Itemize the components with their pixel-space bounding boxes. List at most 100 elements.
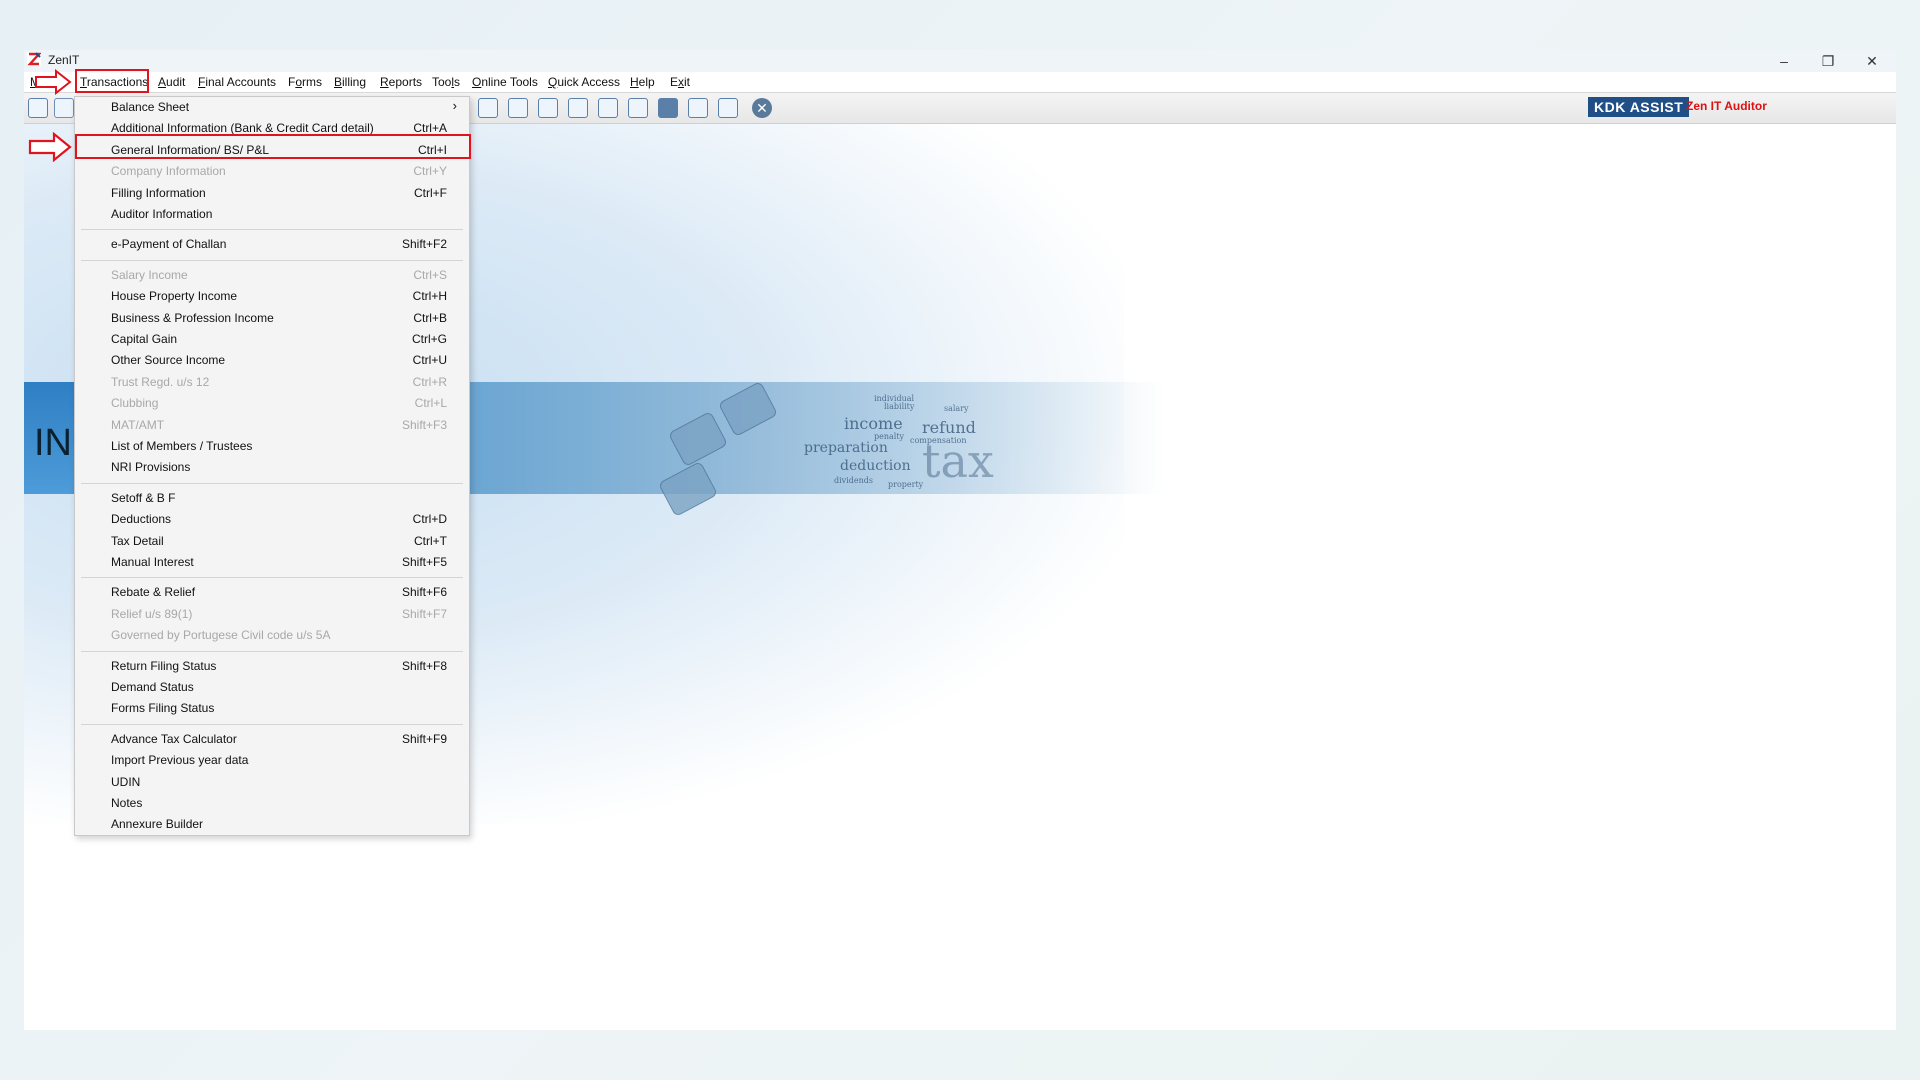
menu-item-notes[interactable]: Notes	[75, 793, 469, 814]
menu-item-governed-by-portugese-civil-code-u-s-5a: Governed by Portugese Civil code u/s 5A	[75, 625, 469, 646]
minimize-button[interactable]: –	[1764, 50, 1804, 72]
menu-item-return-filing-status[interactable]: Return Filing Status Shift+F8	[75, 656, 469, 677]
menu-item-shortcut: Shift+F3	[401, 417, 447, 432]
menu-item-shortcut: Shift+F9	[401, 731, 447, 746]
wordcloud-word: property	[888, 480, 924, 489]
menu-separator	[81, 723, 463, 725]
menu-item-house-property-income[interactable]: House Property Income Ctrl+H	[75, 286, 469, 307]
zen-it-auditor-link[interactable]: Zen IT Auditor	[1686, 99, 1767, 113]
menu-item-label: Salary Income	[111, 267, 188, 282]
menu-item-shortcut: Ctrl+B	[413, 310, 447, 325]
menu-separator	[81, 650, 463, 652]
menu-item-label: Annexure Builder	[111, 817, 204, 832]
menu-item-annexure-builder[interactable]: Annexure Builder	[75, 814, 469, 835]
menu-separator	[81, 259, 463, 261]
users-icon[interactable]	[658, 98, 678, 118]
menu-item-tax-detail[interactable]: Tax Detail Ctrl+T	[75, 531, 469, 552]
menu-item-label: Balance Sheet	[111, 100, 190, 114]
restore-button[interactable]: ❐	[1808, 50, 1848, 72]
menu-item-balance-sheet[interactable]: Balance Sheet ›	[75, 97, 469, 118]
annotation-arrow-icon	[35, 69, 72, 95]
kdk-assist-button[interactable]: KDK ASSIST	[1588, 97, 1690, 117]
menu-item-label: Rebate & Relief	[111, 585, 196, 600]
wordcloud-word: salary	[944, 404, 969, 413]
menu-audit[interactable]: Audit	[158, 75, 185, 89]
menu-item-shortcut: Ctrl+T	[414, 533, 447, 548]
menu-item-label: NRI Provisions	[111, 460, 191, 475]
menu-item-list-of-members-trustees[interactable]: List of Members / Trustees	[75, 436, 469, 457]
menu-item-label: Forms Filing Status	[111, 701, 215, 716]
menu-separator	[81, 577, 463, 579]
menu-item-advance-tax-calculator[interactable]: Advance Tax Calculator Shift+F9	[75, 729, 469, 750]
menu-item-shortcut: Shift+F6	[401, 585, 447, 600]
annotation-arrow-icon	[28, 132, 72, 162]
menu-item-relief-u-s-89-1: Relief u/s 89(1) Shift+F7	[75, 604, 469, 625]
close-window-button[interactable]: ✕	[1852, 50, 1892, 72]
menu-item-capital-gain[interactable]: Capital Gain Ctrl+G	[75, 329, 469, 350]
close-circle-icon[interactable]: ✕	[752, 98, 772, 118]
menu-item-nri-provisions[interactable]: NRI Provisions	[75, 457, 469, 478]
menu-item-manual-interest[interactable]: Manual Interest Shift+F5	[75, 552, 469, 573]
menu-exit[interactable]: Exit	[670, 75, 690, 89]
menu-item-shortcut: Shift+F7	[401, 606, 447, 621]
menu-item-shortcut: Ctrl+D	[412, 512, 447, 527]
wordcloud-word: deduction	[840, 458, 911, 474]
menu-item-demand-status[interactable]: Demand Status	[75, 677, 469, 698]
menu-help[interactable]: Help	[630, 75, 655, 89]
menu-item-udin[interactable]: UDIN	[75, 772, 469, 793]
menu-item-label: Clubbing	[111, 396, 159, 411]
menu-item-shortcut: Ctrl+L	[414, 396, 447, 411]
menu-forms[interactable]: Forms	[288, 75, 322, 89]
menu-item-label: Relief u/s 89(1)	[111, 606, 193, 621]
open-file-icon[interactable]	[28, 98, 48, 118]
menu-item-forms-filing-status[interactable]: Forms Filing Status	[75, 698, 469, 719]
menu-reports[interactable]: Reports	[380, 75, 422, 89]
wordcloud-word: preparation	[804, 440, 888, 456]
menu-item-e-payment-of-challan[interactable]: e-Payment of Challan Shift+F2	[75, 234, 469, 255]
calendar-icon[interactable]	[538, 98, 558, 118]
report-icon[interactable]	[718, 98, 738, 118]
menu-item-setoff-b-f[interactable]: Setoff & B F	[75, 488, 469, 509]
menu-final-accounts[interactable]: Final Accounts	[198, 75, 276, 89]
menu-item-label: Setoff & B F	[111, 490, 176, 505]
transactions-dropdown-menu: Balance Sheet › Additional Information (Ba…	[74, 96, 470, 836]
bs-icon[interactable]	[628, 98, 648, 118]
menu-item-label: Other Source Income	[111, 353, 226, 368]
chart-icon[interactable]	[478, 98, 498, 118]
wordcloud-word: individual	[874, 394, 915, 403]
menu-item-deductions[interactable]: Deductions Ctrl+D	[75, 509, 469, 530]
menu-tools[interactable]: Tools	[432, 75, 460, 89]
menu-item-label: House Property Income	[111, 289, 238, 304]
menu-item-label: Notes	[111, 796, 143, 810]
menu-item-shortcut: Shift+F2	[401, 237, 447, 252]
menu-item-label: Trust Regd. u/s 12	[111, 374, 210, 389]
search-document-icon[interactable]	[508, 98, 528, 118]
menu-item-label: Deductions	[111, 512, 172, 527]
menu-item-other-source-income[interactable]: Other Source Income Ctrl+U	[75, 350, 469, 371]
menu-item-auditor-information[interactable]: Auditor Information	[75, 204, 469, 225]
home-icon[interactable]	[54, 98, 74, 118]
menu-item-shortcut: Ctrl+R	[412, 374, 447, 389]
menu-item-label: Company Information	[111, 164, 226, 179]
copy-icon[interactable]	[598, 98, 618, 118]
refresh-icon[interactable]	[568, 98, 588, 118]
menu-item-filling-information[interactable]: Filling Information Ctrl+F	[75, 183, 469, 204]
menu-item-business-profession-income[interactable]: Business & Profession Income Ctrl+B	[75, 308, 469, 329]
menu-item-label: Advance Tax Calculator	[111, 731, 237, 746]
menu-quick-access[interactable]: Quick Access	[548, 75, 620, 89]
3cd-icon[interactable]	[688, 98, 708, 118]
menu-item-shortcut: Ctrl+Y	[413, 164, 447, 179]
menu-item-rebate-relief[interactable]: Rebate & Relief Shift+F6	[75, 582, 469, 603]
menu-billing[interactable]: Billing	[334, 75, 366, 89]
menu-online-tools[interactable]: Online Tools	[472, 75, 538, 89]
menu-item-shortcut: Shift+F8	[401, 658, 447, 673]
menu-item-label: Tax Detail	[111, 533, 164, 548]
menu-item-label: Business & Profession Income	[111, 310, 274, 325]
menu-item-shortcut: Ctrl+F	[414, 185, 447, 200]
submenu-arrow-icon: ›	[452, 98, 457, 113]
menu-item-label: Import Previous year data	[111, 753, 249, 768]
menu-item-import-previous-year-data[interactable]: Import Previous year data	[75, 750, 469, 771]
menu-item-shortcut: Ctrl+U	[412, 353, 447, 368]
menu-item-shortcut: Ctrl+S	[413, 267, 447, 282]
menu-item-company-information: Company Information Ctrl+Y	[75, 161, 469, 182]
